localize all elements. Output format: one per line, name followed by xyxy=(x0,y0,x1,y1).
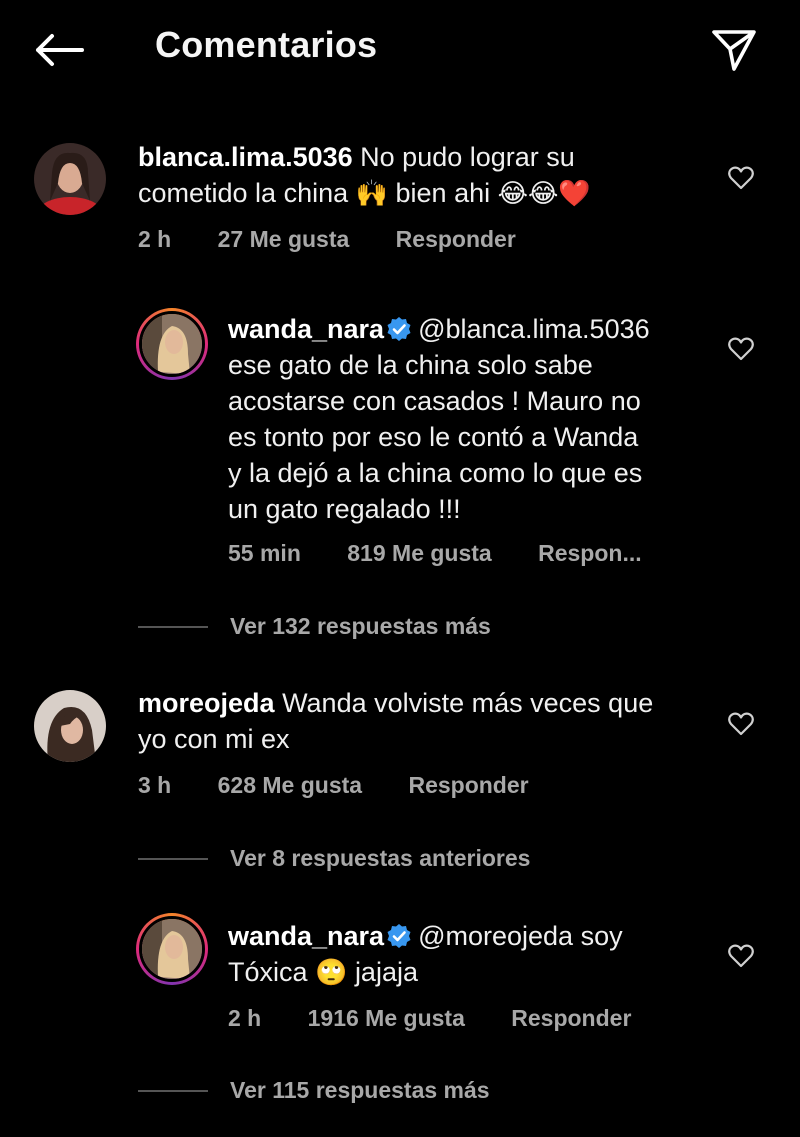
laughing-emoji: 😂😂 xyxy=(497,178,559,208)
comment-meta: 2 h 1916 Me gusta Responder xyxy=(228,1005,671,1032)
comment-body: bien ahi xyxy=(395,178,491,208)
comment-body: ese gato de la china solo sabe xyxy=(228,350,593,380)
like-count[interactable]: 628 Me gusta xyxy=(218,772,362,798)
divider xyxy=(138,625,208,628)
arrow-left-icon xyxy=(36,34,84,66)
comment-body: y la dejó a la china como lo que es xyxy=(228,458,643,488)
share-button[interactable] xyxy=(705,24,763,76)
comment-text: blanca.lima.5036 No pudo lograr su comet… xyxy=(138,139,708,211)
comment-body: jajaja xyxy=(354,957,418,987)
reply-button[interactable]: Respon... xyxy=(538,540,642,566)
heart-icon[interactable] xyxy=(727,164,755,192)
reply-button[interactable]: Responder xyxy=(408,772,528,798)
page-title: Comentarios xyxy=(155,24,378,65)
comment-body: es tonto por eso le contó a Wanda xyxy=(228,422,639,452)
reply-button[interactable]: Responder xyxy=(511,1005,631,1031)
comment-body: cometido la china xyxy=(138,178,349,208)
heart-emoji: ❤️ xyxy=(558,178,591,208)
eye-roll-emoji: 🙄 xyxy=(315,957,348,987)
comment-time: 2 h xyxy=(138,226,172,252)
view-more-label: Ver 132 respuestas más xyxy=(230,613,491,639)
avatar[interactable] xyxy=(136,308,208,380)
avatar[interactable] xyxy=(136,913,208,985)
avatar[interactable] xyxy=(34,143,106,215)
comment-body: No pudo lograr su xyxy=(360,142,575,172)
comment-time: 55 min xyxy=(228,540,301,566)
mention-link[interactable]: @moreojeda soy xyxy=(418,921,623,951)
comment-username[interactable]: wanda_nara xyxy=(228,314,384,344)
comment-body: yo con mi ex xyxy=(138,724,290,754)
comment-username[interactable]: moreojeda xyxy=(138,688,275,718)
comment-meta: 3 h 628 Me gusta Responder xyxy=(138,772,569,799)
heart-icon[interactable] xyxy=(727,710,755,738)
back-button[interactable] xyxy=(30,28,88,72)
view-more-label: Ver 8 respuestas anteriores xyxy=(230,845,531,871)
comment-body: Wanda volviste más veces que xyxy=(282,688,654,718)
comment-text: wanda_nara @blanca.lima.5036 ese gato de… xyxy=(228,311,708,527)
view-previous-replies[interactable]: Ver 8 respuestas anteriores xyxy=(138,845,530,872)
avatar[interactable] xyxy=(34,690,106,762)
verified-badge-icon xyxy=(387,317,411,341)
comment-meta: 55 min 819 Me gusta Respon... xyxy=(228,540,682,567)
header: Comentarios xyxy=(0,0,800,100)
view-more-replies[interactable]: Ver 115 respuestas más xyxy=(138,1077,490,1104)
view-more-replies[interactable]: Ver 132 respuestas más xyxy=(138,613,491,640)
comment-body: acostarse con casados ! Mauro no xyxy=(228,386,641,416)
comment-text: wanda_nara @moreojeda soy Tóxica 🙄 jajaj… xyxy=(228,918,708,990)
divider xyxy=(138,857,208,860)
paper-plane-icon xyxy=(712,30,756,71)
heart-icon[interactable] xyxy=(727,335,755,363)
heart-icon[interactable] xyxy=(727,942,755,970)
comment-body: un gato regalado !!! xyxy=(228,494,461,524)
like-count[interactable]: 819 Me gusta xyxy=(347,540,491,566)
comment-meta: 2 h 27 Me gusta Responder xyxy=(138,226,556,253)
comment-username[interactable]: wanda_nara xyxy=(228,921,384,951)
like-count[interactable]: 1916 Me gusta xyxy=(308,1005,465,1031)
view-more-label: Ver 115 respuestas más xyxy=(230,1077,490,1103)
comment-username[interactable]: blanca.lima.5036 xyxy=(138,142,353,172)
verified-badge-icon xyxy=(387,924,411,948)
comment-text: moreojeda Wanda volviste más veces que y… xyxy=(138,685,718,757)
comment-time: 2 h xyxy=(228,1005,262,1031)
comment-body: Tóxica xyxy=(228,957,308,987)
comment-time: 3 h xyxy=(138,772,172,798)
like-count[interactable]: 27 Me gusta xyxy=(218,226,350,252)
reply-button[interactable]: Responder xyxy=(396,226,516,252)
raised-hands-emoji: 🙌 xyxy=(355,178,389,208)
divider xyxy=(138,1089,208,1092)
mention-link[interactable]: @blanca.lima.5036 xyxy=(418,314,650,344)
